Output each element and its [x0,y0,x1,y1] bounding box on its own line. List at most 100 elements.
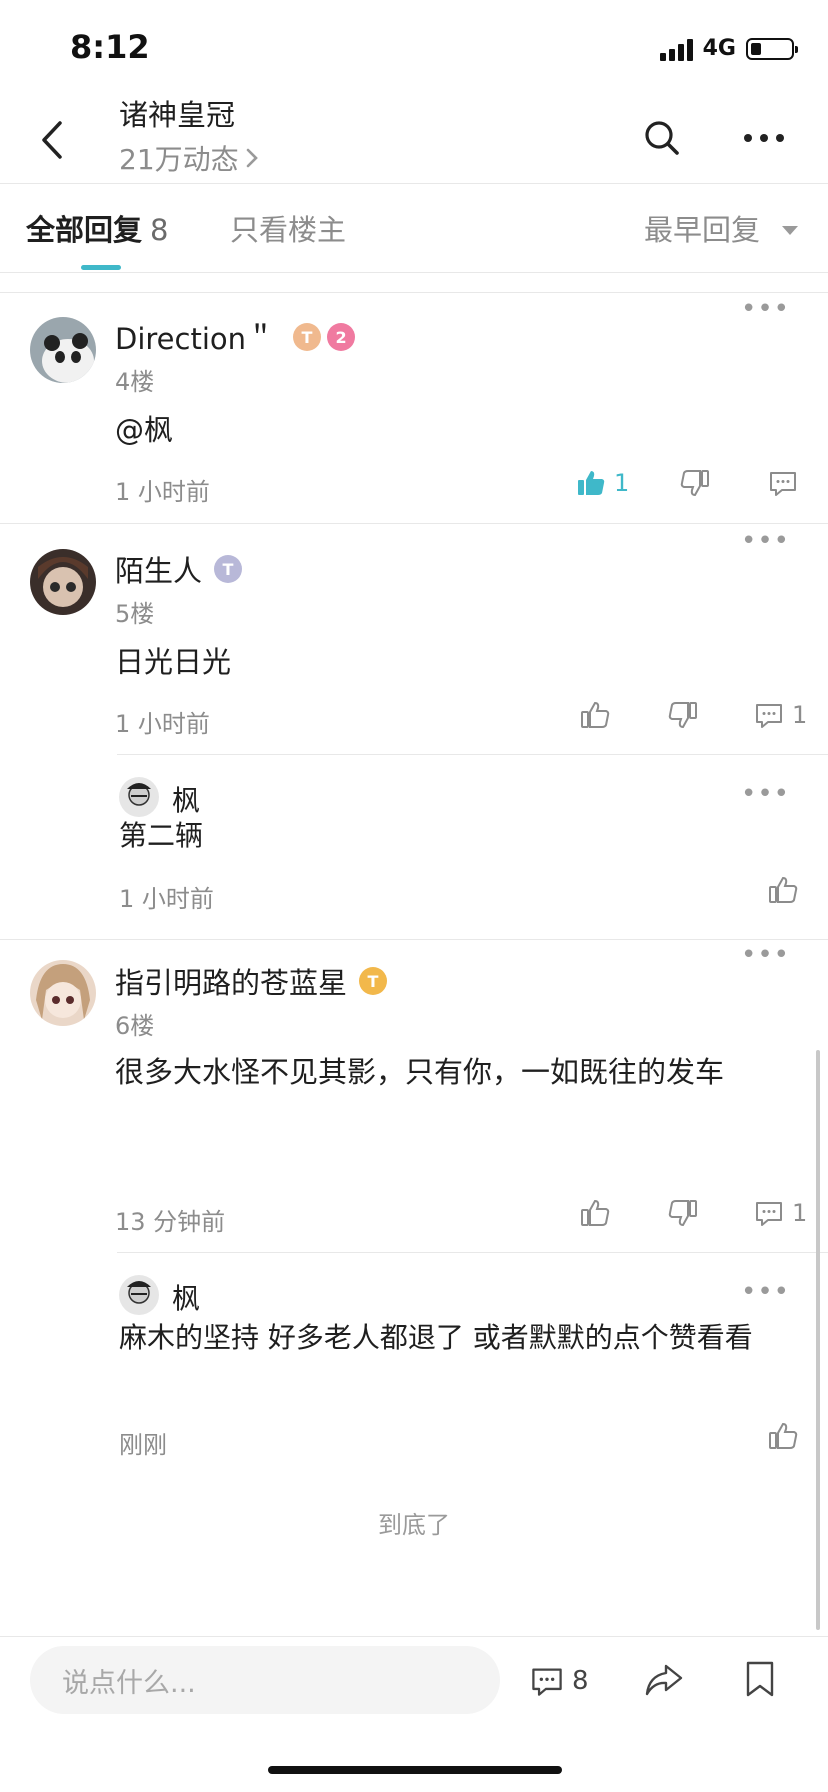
more-icon [744,134,784,142]
like-button[interactable] [580,1198,610,1228]
reply-content: 麻木的坚持 好多老人都退了 或者默默的点个赞看看 [119,1321,753,1354]
status-time: 8:12 [70,28,150,66]
share-button[interactable] [644,1662,684,1702]
network-type: 4G [702,36,736,61]
vip-badge-icon: T [359,967,388,995]
search-icon [645,121,679,155]
reply-time: 刚刚 [119,1431,167,1459]
post-more-button[interactable]: ••• [741,940,790,970]
post-content: @枫 [115,413,174,447]
bookmark-button[interactable] [744,1660,776,1702]
sort-label: 最早回复 [643,213,760,247]
thumb-down-icon [680,470,709,497]
bookmark-icon [746,1661,774,1697]
post-floor-6: 指引明路的苍蓝星 T 6楼 ••• 很多大水怪不见其影，只有你，一如既往的发车 … [0,940,828,1500]
like-count: 1 [614,469,630,497]
post-content: 很多大水怪不见其影，只有你，一如既往的发车 [115,1055,725,1089]
sort-dropdown[interactable]: 最早回复 [644,207,760,249]
thumb-up-icon [581,701,610,728]
avatar[interactable] [30,960,96,1026]
post-floor-5: 陌生人 T 5楼 ••• 日光日光 1 小时前 1 枫 ••• 第二辆 1 小时… [0,524,828,939]
post-content: 日光日光 [115,645,232,679]
thumb-up-icon [769,1422,798,1449]
author-name[interactable]: 陌生人 [115,548,202,590]
activity-count: 21万动态 [119,143,239,176]
reply-time: 1 小时前 [119,885,214,913]
search-button[interactable] [642,118,682,158]
sub-reply: 枫 ••• 第二辆 1 小时前 [117,755,828,940]
back-button[interactable] [36,118,72,162]
author-name[interactable]: 指引明路的苍蓝星 [115,960,347,1002]
avatar[interactable] [30,549,96,615]
reply-content: 第二辆 [119,819,204,852]
reply-like-button[interactable] [768,875,798,905]
dislike-button[interactable] [668,700,698,730]
thumb-down-icon [668,1200,697,1227]
like-button[interactable] [580,700,610,730]
comment-icon [532,1668,562,1696]
comment-icon [756,1202,782,1226]
page-title: 诸神皇冠 [119,98,236,132]
like-button[interactable]: 1 [576,468,629,498]
avatar[interactable] [119,1275,159,1315]
bottom-divider [0,1636,828,1637]
thumb-up-icon [581,1199,610,1226]
tab-all-label: 全部回复 [26,213,143,247]
comments-count: 8 [572,1666,589,1696]
floor-label: 5楼 [115,600,155,628]
end-of-list-label: 到底了 [378,1511,450,1539]
more-button[interactable] [742,124,786,152]
avatar[interactable] [119,777,159,817]
comment-button[interactable]: 1 [754,1198,807,1228]
vip-badge-icon: T [293,323,322,351]
level-badge: 2 [327,323,356,351]
tab-owner-only[interactable]: 只看楼主 [230,207,346,249]
home-indicator [268,1766,562,1774]
post-more-button[interactable]: ••• [741,294,790,324]
thumb-up-icon [769,876,798,903]
tab-all-replies[interactable]: 全部回复 8 [26,207,168,249]
status-indicators: 4G [659,36,798,61]
reply-author-name[interactable]: 枫 [172,779,200,819]
dislike-button[interactable] [668,1198,698,1228]
signal-icon [659,37,693,61]
author-name[interactable]: Direction＂ [115,316,275,358]
comment-button[interactable] [768,468,798,498]
tab-all-count: 8 [150,213,169,247]
reply-tabs: 全部回复 8 只看楼主 最早回复 [0,183,828,273]
reply-more-button[interactable]: ••• [741,779,790,809]
thumb-down-icon [668,702,697,729]
comment-icon [756,704,782,728]
comment-icon [770,472,796,496]
floor-label: 6楼 [115,1012,155,1040]
comment-button[interactable]: 1 [754,700,807,730]
caret-down-icon [782,226,798,235]
post-floor-4: Direction＂ T 2 4楼 ••• @枫 1 小时前 1 [0,292,828,522]
reply-author-name[interactable]: 枫 [172,1277,200,1317]
comment-count: 1 [792,1199,808,1227]
comments-button[interactable]: 8 [530,1664,589,1698]
battery-icon [746,37,798,60]
scrollbar[interactable] [816,1050,820,1630]
back-icon [42,121,62,159]
post-time: 1 小时前 [115,710,210,738]
comment-count: 1 [792,701,808,729]
comment-input-placeholder: 说点什么... [62,1667,196,1699]
active-tab-indicator [81,265,121,270]
sub-reply: 枫 ••• 麻木的坚持 好多老人都退了 或者默默的点个赞看看 刚刚 [117,1253,828,1483]
activity-link[interactable]: 21万动态 [119,138,259,178]
dislike-button[interactable] [680,468,710,498]
post-time: 13 分钟前 [115,1208,226,1236]
post-more-button[interactable]: ••• [741,526,790,556]
vip-badge-icon: T [214,555,243,583]
reply-like-button[interactable] [768,1421,798,1451]
post-time: 1 小时前 [115,478,210,506]
author-name-row: Direction＂ T 2 [115,316,356,358]
author-name-row: 陌生人 T [115,548,243,590]
floor-label: 4楼 [115,368,155,396]
comment-input[interactable]: 说点什么... [30,1646,500,1714]
reply-more-button[interactable]: ••• [741,1277,790,1307]
avatar[interactable] [30,317,96,383]
chevron-right-icon [246,148,258,168]
author-name-row: 指引明路的苍蓝星 T [115,960,388,1002]
